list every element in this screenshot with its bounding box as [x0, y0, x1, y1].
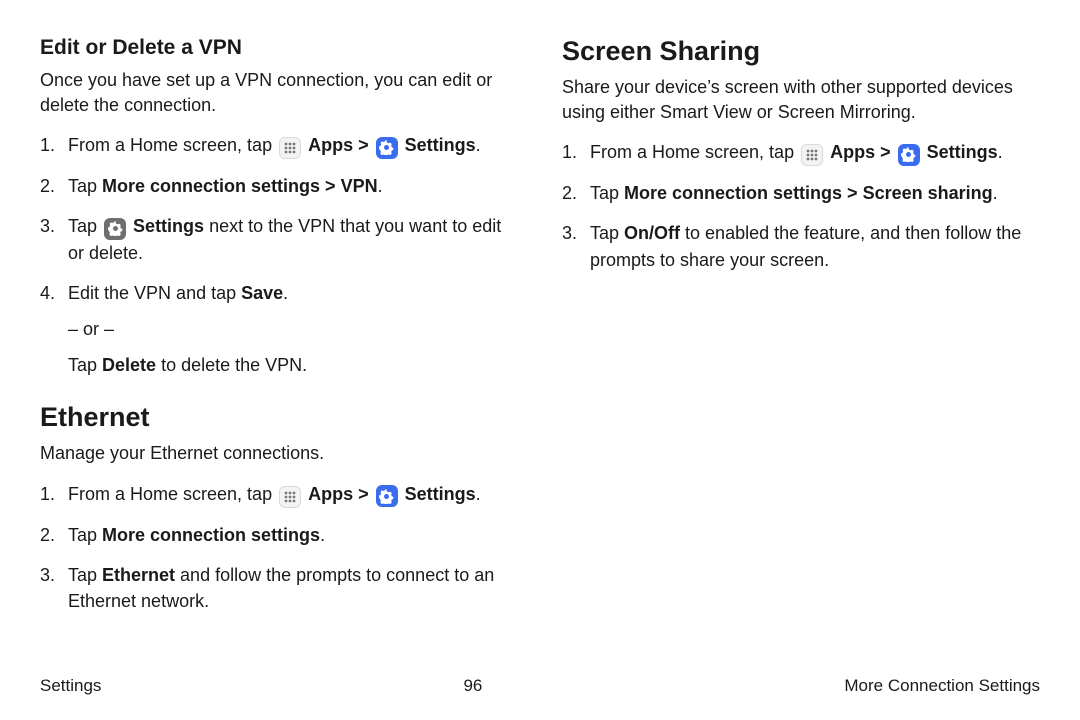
list-item: From a Home screen, tap Apps > Settings. [562, 139, 1040, 166]
or-line: – or – [68, 316, 518, 342]
screen-heading: Screen Sharing [562, 36, 1040, 67]
page-number: 96 [463, 676, 482, 696]
list-item: Tap Settings next to the VPN that you wa… [40, 213, 518, 266]
ethernet-heading: Ethernet [40, 402, 518, 433]
period: . [476, 484, 481, 504]
list-item: Tap More connection settings > Screen sh… [562, 180, 1040, 206]
footer-right: More Connection Settings [844, 676, 1040, 696]
alt-step: Tap Delete to delete the VPN. [68, 352, 518, 378]
bold-text: Ethernet [102, 565, 175, 585]
bold-text: Save [241, 283, 283, 303]
list-item: Tap More connection settings. [40, 522, 518, 548]
vpn-heading: Edit or Delete a VPN [40, 36, 518, 60]
bold-text: More connection settings > Screen sharin… [624, 183, 993, 203]
sep: > [353, 484, 374, 504]
settings-label: Settings [405, 135, 476, 155]
settings-label: Settings [405, 484, 476, 504]
list-item: From a Home screen, tap Apps > Settings. [40, 132, 518, 159]
step-text: From a Home screen, tap [68, 484, 277, 504]
list-item: From a Home screen, tap Apps > Settings. [40, 481, 518, 508]
period: . [320, 525, 325, 545]
list-item: Tap On/Off to enabled the feature, and t… [562, 220, 1040, 272]
content-columns: Edit or Delete a VPN Once you have set u… [40, 36, 1040, 628]
period: . [998, 142, 1003, 162]
sep: > [875, 142, 896, 162]
apps-label: Apps [308, 135, 353, 155]
step-text: Tap [68, 355, 102, 375]
ethernet-intro: Manage your Ethernet connections. [40, 441, 518, 466]
step-text: Tap [68, 216, 102, 236]
step-text: Tap [68, 565, 102, 585]
list-item: Edit the VPN and tap Save. – or – Tap De… [40, 280, 518, 378]
apps-icon [801, 144, 823, 166]
bold-text: More connection settings [102, 525, 320, 545]
step-text: to delete the VPN. [156, 355, 307, 375]
period: . [476, 135, 481, 155]
ethernet-steps: From a Home screen, tap Apps > Settings.… [40, 481, 518, 614]
screen-steps: From a Home screen, tap Apps > Settings.… [562, 139, 1040, 272]
step-text: Tap [590, 183, 624, 203]
list-item: Tap More connection settings > VPN. [40, 173, 518, 199]
settings-grey-icon [104, 218, 126, 240]
step-text: Tap [68, 176, 102, 196]
sep: > [353, 135, 374, 155]
step-text: Tap [68, 525, 102, 545]
period: . [993, 183, 998, 203]
list-item: Tap Ethernet and follow the prompts to c… [40, 562, 518, 614]
page-footer: Settings 96 More Connection Settings [40, 676, 1040, 696]
apps-label: Apps [308, 484, 353, 504]
left-column: Edit or Delete a VPN Once you have set u… [40, 36, 518, 628]
apps-label: Apps [830, 142, 875, 162]
settings-icon [898, 144, 920, 166]
bold-text: Settings [133, 216, 204, 236]
step-text: From a Home screen, tap [68, 135, 277, 155]
vpn-steps: From a Home screen, tap Apps > Settings.… [40, 132, 518, 378]
step-text: Tap [590, 223, 624, 243]
apps-icon [279, 137, 301, 159]
vpn-intro: Once you have set up a VPN connection, y… [40, 68, 518, 118]
step-text: From a Home screen, tap [590, 142, 799, 162]
bold-text: More connection settings > VPN [102, 176, 378, 196]
period: . [378, 176, 383, 196]
period: . [283, 283, 288, 303]
screen-intro: Share your device’s screen with other su… [562, 75, 1040, 125]
right-column: Screen Sharing Share your device’s scree… [562, 36, 1040, 628]
footer-left: Settings [40, 676, 101, 696]
bold-text: On/Off [624, 223, 680, 243]
bold-text: Delete [102, 355, 156, 375]
settings-icon [376, 137, 398, 159]
apps-icon [279, 486, 301, 508]
settings-icon [376, 485, 398, 507]
settings-label: Settings [927, 142, 998, 162]
step-text: Edit the VPN and tap [68, 283, 241, 303]
